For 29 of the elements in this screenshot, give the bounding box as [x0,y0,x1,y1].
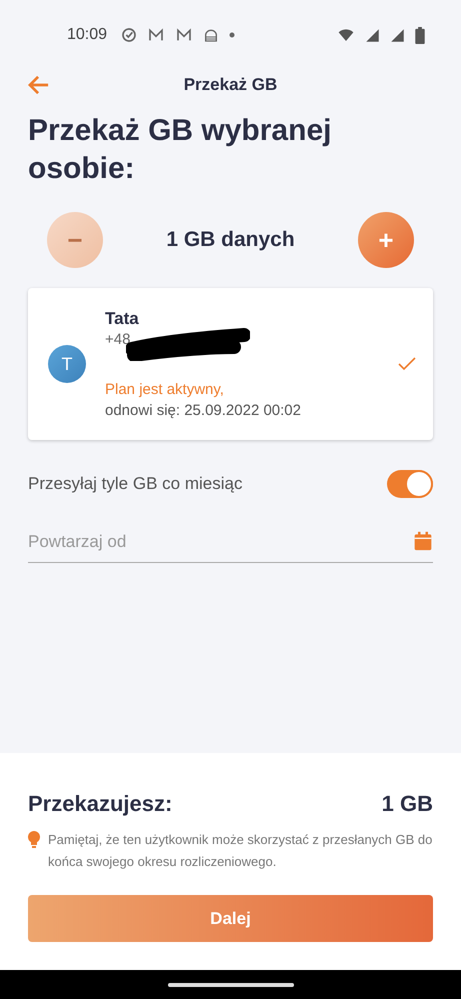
check-circle-icon [121,27,138,43]
screen-title: Przekaż GB [184,75,278,95]
page-heading: Przekaż GB wybranej osobie: [28,113,332,187]
increase-button[interactable]: + [358,212,414,268]
signal-icon [365,28,380,42]
back-arrow-icon[interactable] [28,75,50,95]
mail-icon [175,27,194,43]
lightbulb-icon [28,831,40,849]
renewal-date: odnowi się: 25.09.2022 00:02 [105,402,302,419]
wifi-icon [337,27,355,43]
phone-number: +48 [105,330,130,348]
home-indicator[interactable] [168,982,294,986]
status-time: 10:09 [67,26,108,44]
data-amount: 1 GB danych [166,228,295,252]
recipient-name: Tata [105,309,140,329]
dot-icon [229,32,236,38]
avatar: T [48,345,86,383]
plan-status: Plan jest aktywny, [105,381,225,398]
monthly-toggle[interactable] [387,470,433,498]
monthly-label: Przesyłaj tyle GB co miesiąc [28,474,242,494]
recipient-card[interactable]: T Tata +48 Plan jest aktywny, odnowi się: 25.09.2022 00:02 [28,288,433,440]
summary-label: Przekazujesz: [28,791,172,817]
signal-icon [390,28,405,42]
mail-icon [147,27,166,43]
calendar-icon [413,530,433,552]
next-button[interactable]: Dalej [28,895,433,942]
info-note: Pamiętaj, że ten użytkownik może skorzystać z przesłanych GB do końca swojego okresu rozliczeniowego. [48,831,433,871]
summary-value: 1 GB [382,791,433,817]
battery-icon [415,26,425,44]
